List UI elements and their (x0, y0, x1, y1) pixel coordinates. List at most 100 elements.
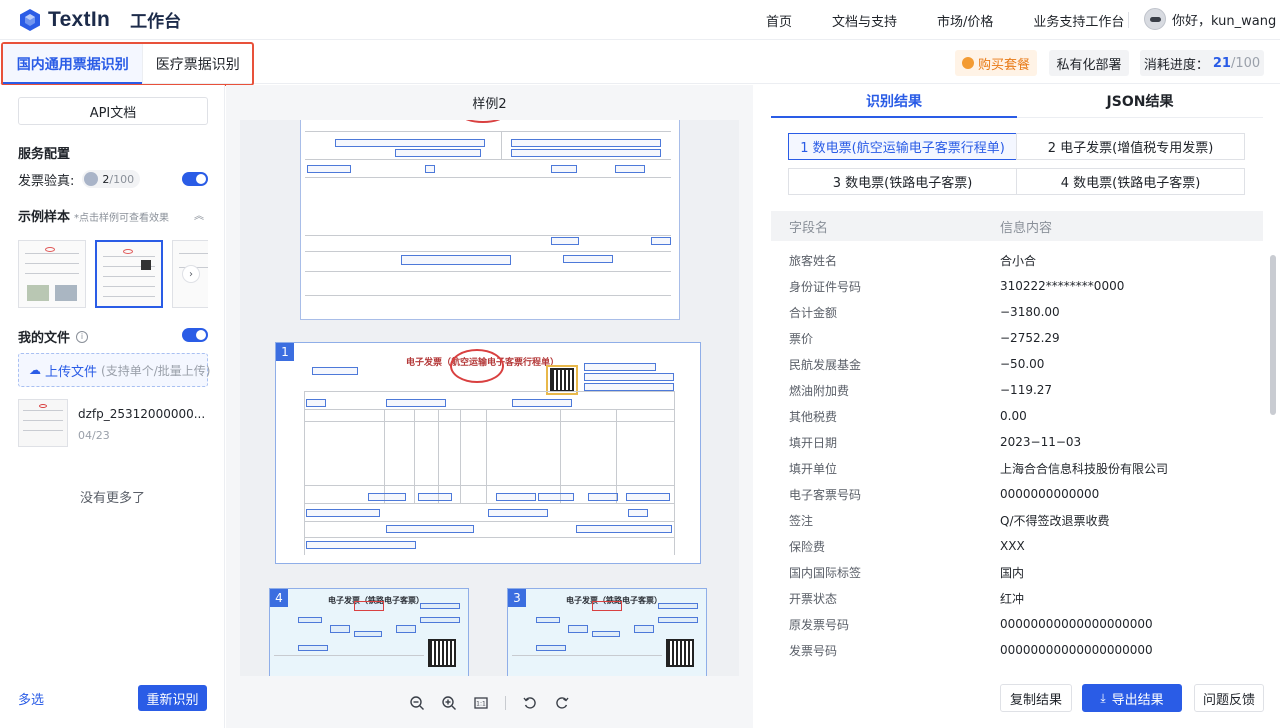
doc-rail-ticket-3[interactable]: 3 电子发票（铁路电子客票） (507, 588, 707, 676)
table-row: 旅客姓名 合小合 (771, 247, 1263, 273)
download-icon: ⤓ (1100, 690, 1106, 705)
my-files-header: 我的文件 i (18, 327, 89, 346)
logo-text: TextIn (48, 7, 111, 31)
result-scrollbar[interactable] (1270, 255, 1276, 415)
main-nav: 首页 文档与支持 市场/价格 业务支持工作台 (766, 0, 1164, 40)
sample-thumb-1[interactable] (18, 240, 86, 308)
doc-badge: 3 (508, 589, 526, 607)
field-name: 发票号码 (789, 643, 838, 658)
file-date: 04/23 (78, 429, 110, 442)
field-name: 其他税费 (789, 409, 838, 424)
upload-hint: (支持单个/批量上传) (101, 363, 211, 378)
nav-docs[interactable]: 文档与支持 (832, 11, 897, 30)
invoice-tab-1[interactable]: 1 数电票(航空运输电子客票行程单) (788, 133, 1017, 160)
field-value: 310222********0000 (1000, 279, 1125, 293)
zoom-in-icon[interactable] (439, 693, 459, 713)
field-name: 票价 (789, 331, 814, 346)
chevron-right-icon[interactable]: › (182, 265, 200, 283)
tab-recognition-result[interactable]: 识别结果 (771, 85, 1017, 118)
doc-badge: 1 (276, 343, 294, 361)
nav-market[interactable]: 市场/价格 (937, 11, 993, 30)
verify-shield-icon (84, 172, 99, 186)
field-name: 燃油附加费 (789, 383, 850, 398)
user-greeting: 你好，kun_wang (1172, 13, 1277, 29)
feedback-button[interactable]: 问题反馈 (1194, 684, 1264, 712)
doc-rail-ticket-4[interactable]: 4 电子发票（铁路电子客票） (269, 588, 469, 676)
invoice-tab-2[interactable]: 2 电子发票(增值税专用发票) (1016, 133, 1245, 160)
copy-result-button[interactable]: 复制结果 (1000, 684, 1072, 712)
verify-total: /100 (109, 172, 135, 186)
doc-invoice-2[interactable] (300, 120, 680, 320)
upload-file-button[interactable]: ☁ 上传文件 (支持单个/批量上传) (18, 353, 211, 387)
api-doc-button[interactable]: API文档 (18, 97, 208, 125)
sample-thumbnails (18, 240, 208, 308)
logo[interactable]: TextIn 工作台 (18, 7, 181, 32)
verify-label: 发票验真: (18, 173, 75, 189)
field-name: 签注 (789, 513, 814, 528)
table-row: 其他税费 0.00 (771, 403, 1263, 429)
actual-size-icon[interactable]: 1:1 (471, 693, 491, 713)
field-name: 国内国际标签 (789, 565, 862, 580)
file-item[interactable]: dzfp_25312000000... 04/23 (18, 399, 208, 447)
table-row: 合计金额 −3180.00 (771, 299, 1263, 325)
file-thumbnail (18, 399, 68, 447)
table-row: 电子客票号码 0000000000000 (771, 481, 1263, 507)
result-tabs: 识别结果 JSON结果 (771, 85, 1263, 118)
tab-medical-invoice[interactable]: 医疗票据识别 (142, 44, 252, 84)
private-deploy-button[interactable]: 私有化部署 (1049, 50, 1129, 76)
rotate-left-icon[interactable] (520, 693, 540, 713)
nav-divider (1128, 12, 1129, 28)
coin-icon (961, 57, 974, 69)
invoice-tab-3[interactable]: 3 数电票(铁路电子客票) (788, 168, 1017, 195)
field-name: 电子客票号码 (789, 487, 862, 502)
export-label: 导出结果 (1111, 692, 1164, 708)
table-row: 填开单位 上海合合信息科技股份有限公司 (771, 455, 1263, 481)
avatar[interactable] (1144, 8, 1166, 30)
preview-toolbar: 1:1 (226, 692, 753, 714)
info-icon[interactable]: i (76, 330, 89, 343)
multi-select-link[interactable]: 多选 (18, 689, 44, 708)
table-row: 原发票号码 00000000000000000000 (771, 611, 1263, 637)
field-value: 0000000000000 (1000, 487, 1100, 501)
tab-json-result[interactable]: JSON结果 (1017, 85, 1263, 117)
verify-toggle[interactable] (182, 172, 208, 186)
field-name: 身份证件号码 (789, 279, 862, 294)
field-name: 开票状态 (789, 591, 838, 606)
left-panel: API文档 服务配置 发票验真: 2 /100 示例样本 *点击样例可查看效果 … (0, 85, 225, 728)
rotate-right-icon[interactable] (552, 693, 572, 713)
export-result-button[interactable]: ⤓ 导出结果 (1082, 684, 1182, 712)
doc-badge: 4 (270, 589, 288, 607)
sample-thumb-2[interactable] (95, 240, 163, 308)
nav-home[interactable]: 首页 (766, 11, 792, 30)
field-value: XXX (1000, 539, 1025, 553)
rescan-button[interactable]: 重新识别 (138, 685, 207, 711)
my-files-toggle[interactable] (182, 328, 208, 342)
field-value: −119.27 (1000, 383, 1053, 397)
usage-progress: 消耗进度： 21 / 100 (1140, 50, 1264, 76)
table-row: 民航发展基金 −50.00 (771, 351, 1263, 377)
invoice-tab-4[interactable]: 4 数电票(铁路电子客票) (1016, 168, 1245, 195)
tab-domestic-invoice[interactable]: 国内通用票据识别 (3, 44, 143, 84)
buy-package-button[interactable]: 购买套餐 (955, 50, 1037, 76)
result-panel: 识别结果 JSON结果 1 数电票(航空运输电子客票行程单) 2 电子发票(增值… (754, 85, 1280, 728)
textin-logo-icon (20, 8, 40, 31)
file-name: dzfp_25312000000... (78, 407, 206, 421)
doc-flight-itinerary[interactable]: 1 电子发票（航空运输电子客票行程单） (275, 342, 701, 564)
samples-header: 示例样本 *点击样例可查看效果 (18, 206, 208, 225)
table-row: 填开日期 2023−11−03 (771, 429, 1263, 455)
invoice-verify-row: 发票验真: 2 /100 (18, 170, 208, 189)
table-row: 签注 Q/不得签改退票收费 (771, 507, 1263, 533)
verify-used: 2 (102, 172, 110, 186)
user-menu[interactable]: 你好，kun_wang (1144, 8, 1276, 30)
nav-business[interactable]: 业务支持工作台 (1033, 11, 1124, 30)
no-more-text: 没有更多了 (79, 491, 145, 506)
zoom-out-icon[interactable] (407, 693, 427, 713)
field-value: 红冲 (1000, 591, 1025, 606)
progress-used: 21 (1212, 55, 1231, 71)
document-preview[interactable]: 1 电子发票（航空运输电子客票行程单） 4 电子发票（铁路电子客票） 3 电子发… (240, 120, 739, 676)
verify-quota: 2 /100 (82, 170, 141, 188)
chevron-up-icon[interactable]: ︽ (194, 207, 204, 222)
cloud-upload-icon: ☁ (29, 363, 41, 377)
table-row: 国内国际标签 国内 (771, 559, 1263, 585)
field-value: 2023−11−03 (1000, 435, 1082, 449)
